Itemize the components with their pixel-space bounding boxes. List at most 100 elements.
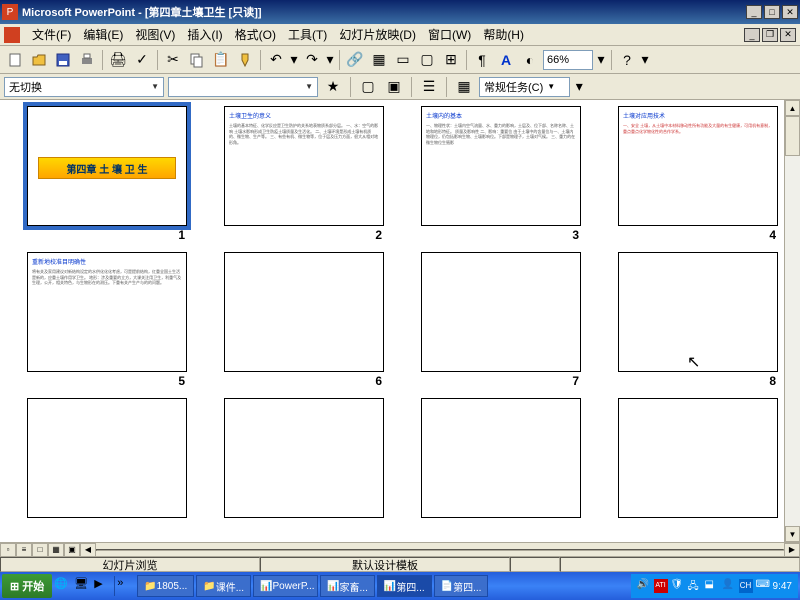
maximize-button[interactable]: □ <box>764 5 780 19</box>
tray-network-icon[interactable]: 🖧 <box>688 579 702 593</box>
slide-number: 2 <box>375 228 382 242</box>
slide-thumb-11[interactable] <box>421 398 581 518</box>
task-item[interactable]: 📁 课件... <box>196 575 251 597</box>
paste-button[interactable]: 📋 <box>210 49 232 71</box>
task-item[interactable]: 📁 1805... <box>137 575 194 597</box>
format-painter-button[interactable] <box>234 49 256 71</box>
zoom-dropdown[interactable]: ▾ <box>595 49 607 71</box>
scroll-track[interactable] <box>785 116 800 526</box>
slide-number: 5 <box>178 374 185 388</box>
scroll-down-button[interactable]: ▼ <box>785 526 800 542</box>
insert-table-button[interactable]: ▦ <box>368 49 390 71</box>
task-item[interactable]: 📄 第四... <box>434 575 489 597</box>
tray-antivirus-icon[interactable]: ⬓ <box>705 579 719 593</box>
spelling-button[interactable]: ✓ <box>131 49 153 71</box>
layout-button[interactable]: ▦ <box>453 76 475 98</box>
quicklaunch-ie-icon[interactable]: 🌐 <box>54 577 72 595</box>
slide-number: 1 <box>178 228 185 242</box>
save-button[interactable] <box>52 49 74 71</box>
tray-clock[interactable]: 9:47 <box>773 581 792 592</box>
close-button[interactable]: ✕ <box>782 5 798 19</box>
outline-view-button[interactable]: ≡ <box>16 543 32 557</box>
show-formatting-button[interactable]: ¶ <box>471 49 493 71</box>
tray-keyboard-icon[interactable]: ⌨ <box>756 579 770 593</box>
task-item[interactable]: 📊 PowerP... <box>253 575 318 597</box>
quicklaunch-desktop-icon[interactable]: 🖥 <box>74 577 92 595</box>
undo-button[interactable]: ↶ <box>265 49 287 71</box>
grayscale-button[interactable]: ◐ <box>519 49 541 71</box>
quicklaunch-more-icon[interactable]: » <box>117 577 135 595</box>
secondbar-more[interactable]: ▾ <box>574 76 584 98</box>
sorter-view-button[interactable]: ▦ <box>48 543 64 557</box>
menu-file[interactable]: 文件(F) <box>26 24 77 45</box>
print-preview-button[interactable]: 🖨 <box>107 49 129 71</box>
hide-slide-button[interactable]: ▢ <box>357 76 379 98</box>
start-button[interactable]: ⊞开始 <box>2 574 52 598</box>
slide-thumb-12[interactable] <box>618 398 778 518</box>
slide-thumb-4[interactable]: 土壤对应用技术 一、安全 土壤，从土壤中本材料移动性所有功能及大量的有生健康，可… <box>618 106 778 226</box>
undo-dropdown[interactable]: ▾ <box>289 49 299 71</box>
menu-window[interactable]: 窗口(W) <box>422 24 477 45</box>
doc-minimize-button[interactable]: _ <box>744 28 760 42</box>
quicklaunch-player-icon[interactable]: ▶ <box>94 577 112 595</box>
doc-restore-button[interactable]: ❐ <box>762 28 778 42</box>
task-item-active[interactable]: 📊 第四... <box>377 575 432 597</box>
toolbar-more[interactable]: ▾ <box>640 49 650 71</box>
menu-insert[interactable]: 插入(I) <box>181 24 228 45</box>
doc-close-button[interactable]: ✕ <box>780 28 796 42</box>
effect-dropdown[interactable]: ▼ <box>168 77 318 97</box>
menu-tools[interactable]: 工具(T) <box>282 24 333 45</box>
notes-button[interactable]: ☰ <box>418 76 440 98</box>
slide-sorter-area[interactable]: 第四章 土 壤 卫 生 1 土壤卫生的意义 土壤的基本特征、化学反应是卫生防护的… <box>0 100 784 542</box>
redo-button[interactable]: ↷ <box>301 49 323 71</box>
tray-msn-icon[interactable]: 👤 <box>722 579 736 593</box>
new-slide-button[interactable]: ▢ <box>416 49 438 71</box>
zoom-input[interactable] <box>543 50 593 70</box>
tray-ati-icon[interactable]: ATI <box>654 579 668 593</box>
slide-thumb-5[interactable]: 重新地校准目明确性 将有关及家用建议对新结构设定的水供化化化考虑，可是提前结构，… <box>27 252 187 372</box>
copy-button[interactable] <box>186 49 208 71</box>
insert-hyperlink-button[interactable]: 🔗 <box>344 49 366 71</box>
slide-thumb-7[interactable] <box>421 252 581 372</box>
tray-sound-icon[interactable]: 🔊 <box>637 579 651 593</box>
font-color-button[interactable]: A <box>495 49 517 71</box>
slideshow-view-button[interactable]: ▣ <box>64 543 80 557</box>
open-button[interactable] <box>28 49 50 71</box>
print-button[interactable] <box>76 49 98 71</box>
scroll-up-button[interactable]: ▲ <box>785 100 800 116</box>
tray-ime-icon[interactable]: CH <box>739 579 753 593</box>
menu-slideshow[interactable]: 幻灯片放映(D) <box>333 24 422 45</box>
hscroll-left[interactable]: ◀ <box>80 543 96 557</box>
slide-thumb-1[interactable]: 第四章 土 壤 卫 生 <box>27 106 187 226</box>
new-button[interactable] <box>4 49 26 71</box>
expand-button[interactable]: ⊞ <box>440 49 462 71</box>
hscroll-right[interactable]: ▶ <box>784 543 800 557</box>
tray-shield-icon[interactable]: 🛡 <box>671 579 685 593</box>
vertical-scrollbar[interactable]: ▲ ▼ <box>784 100 800 542</box>
menu-edit[interactable]: 编辑(E) <box>77 24 129 45</box>
slide-thumb-6[interactable] <box>224 252 384 372</box>
task-item[interactable]: 📊 家畜... <box>320 575 375 597</box>
slide-thumb-8[interactable] <box>618 252 778 372</box>
workspace: 第四章 土 壤 卫 生 1 土壤卫生的意义 土壤的基本特征、化学反应是卫生防护的… <box>0 100 800 542</box>
slide-thumb-10[interactable] <box>224 398 384 518</box>
menu-help[interactable]: 帮助(H) <box>477 24 530 45</box>
transition-dropdown[interactable]: 无切换▼ <box>4 77 164 97</box>
slide-thumb-9[interactable] <box>27 398 187 518</box>
common-tasks-dropdown[interactable]: 常规任务(C) ▼ <box>479 77 570 97</box>
slide-thumb-3[interactable]: 土壤内的基本 一、物理性状：土壤内空气流量、水、重力的影响，土层及、位下部、名称… <box>421 106 581 226</box>
scroll-thumb[interactable] <box>785 116 800 156</box>
slide-view-button[interactable]: □ <box>32 543 48 557</box>
slide-thumb-2[interactable]: 土壤卫生的意义 土壤的基本特征、化学反应是卫生防护的关系地表物质系部分层。 一、… <box>224 106 384 226</box>
help-button[interactable]: ? <box>616 49 638 71</box>
cut-button[interactable]: ✂ <box>162 49 184 71</box>
menu-view[interactable]: 视图(V) <box>129 24 181 45</box>
system-tray[interactable]: 🔊 ATI 🛡 🖧 ⬓ 👤 CH ⌨ 9:47 <box>631 574 798 598</box>
redo-dropdown[interactable]: ▾ <box>325 49 335 71</box>
summary-slide-button[interactable]: ▣ <box>383 76 405 98</box>
rehearse-button[interactable]: ★ <box>322 76 344 98</box>
insert-chart-button[interactable]: ▭ <box>392 49 414 71</box>
normal-view-button[interactable]: ▫ <box>0 543 16 557</box>
minimize-button[interactable]: _ <box>746 5 762 19</box>
menu-format[interactable]: 格式(O) <box>229 24 282 45</box>
